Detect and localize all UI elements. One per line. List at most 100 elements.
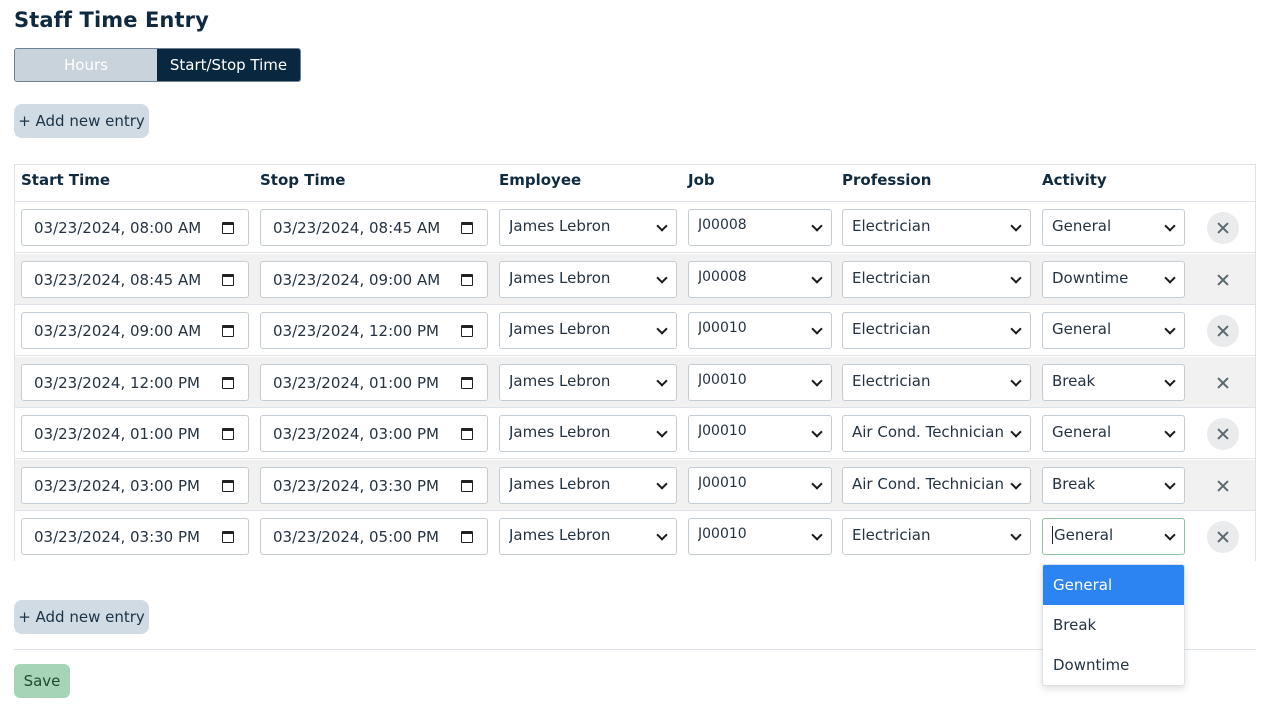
calendar-icon[interactable] bbox=[461, 274, 473, 286]
chevron-down-icon bbox=[656, 478, 668, 490]
chevron-down-icon bbox=[1010, 529, 1022, 541]
employee-select[interactable]: James Lebron bbox=[499, 518, 677, 555]
delete-row-button[interactable] bbox=[1207, 470, 1239, 502]
stop-time-input[interactable]: 03/23/2024, 08:45 AM bbox=[260, 209, 488, 246]
start-time-input[interactable]: 03/23/2024, 09:00 AM bbox=[21, 312, 249, 349]
stop-time-input[interactable]: 03/23/2024, 03:30 PM bbox=[260, 467, 488, 504]
activity-select[interactable]: Break bbox=[1042, 364, 1185, 401]
calendar-icon[interactable] bbox=[461, 377, 473, 389]
dropdown-option-break[interactable]: Break bbox=[1043, 605, 1184, 645]
job-select[interactable]: J00010 bbox=[688, 364, 832, 401]
profession-select[interactable]: Electrician bbox=[842, 518, 1031, 555]
calendar-icon[interactable] bbox=[222, 274, 234, 286]
employee-select[interactable]: James Lebron bbox=[499, 415, 677, 452]
add-entry-button-bottom[interactable]: + Add new entry bbox=[14, 600, 149, 634]
delete-row-button[interactable] bbox=[1207, 264, 1239, 296]
calendar-icon[interactable] bbox=[222, 428, 234, 440]
delete-row-button[interactable] bbox=[1207, 212, 1239, 244]
chevron-down-icon bbox=[1010, 323, 1022, 335]
calendar-icon[interactable] bbox=[222, 325, 234, 337]
chevron-down-icon bbox=[1010, 375, 1022, 387]
profession-value: Electrician bbox=[852, 269, 931, 287]
job-select[interactable]: J00008 bbox=[688, 209, 832, 246]
start-time-input[interactable]: 03/23/2024, 03:00 PM bbox=[21, 467, 249, 504]
stop-time-input[interactable]: 03/23/2024, 01:00 PM bbox=[260, 364, 488, 401]
start-time-input[interactable]: 03/23/2024, 08:00 AM bbox=[21, 209, 249, 246]
save-button[interactable]: Save bbox=[14, 664, 70, 698]
calendar-icon[interactable] bbox=[222, 222, 234, 234]
activity-select[interactable]: General bbox=[1042, 518, 1185, 555]
calendar-icon[interactable] bbox=[461, 428, 473, 440]
dropdown-option-general[interactable]: General bbox=[1043, 565, 1184, 605]
profession-select[interactable]: Electrician bbox=[842, 209, 1031, 246]
chevron-down-icon bbox=[811, 529, 823, 541]
delete-row-button[interactable] bbox=[1207, 367, 1239, 399]
stop-time-input[interactable]: 03/23/2024, 12:00 PM bbox=[260, 312, 488, 349]
stop-time-input[interactable]: 03/23/2024, 03:00 PM bbox=[260, 415, 488, 452]
stop-time-value: 03/23/2024, 12:00 PM bbox=[273, 321, 439, 340]
chevron-down-icon bbox=[656, 323, 668, 335]
employee-select[interactable]: James Lebron bbox=[499, 312, 677, 349]
table-row: 03/23/2024, 08:00 AM 03/23/2024, 08:45 AM… bbox=[15, 202, 1255, 253]
profession-select[interactable]: Air Cond. Technician bbox=[842, 415, 1031, 452]
profession-value: Electrician bbox=[852, 526, 931, 544]
chevron-down-icon bbox=[1164, 478, 1176, 490]
employee-value: James Lebron bbox=[509, 217, 611, 235]
activity-select[interactable]: General bbox=[1042, 312, 1185, 349]
job-select[interactable]: J00010 bbox=[688, 312, 832, 349]
activity-select[interactable]: General bbox=[1042, 209, 1185, 246]
table-header: Start Time Stop Time Employee Job Profes… bbox=[15, 165, 1255, 202]
activity-select[interactable]: General bbox=[1042, 415, 1185, 452]
start-stop-mode-button[interactable]: Start/Stop Time bbox=[157, 49, 300, 81]
delete-row-button[interactable] bbox=[1207, 521, 1239, 553]
table-row: 03/23/2024, 03:00 PM 03/23/2024, 03:30 PM… bbox=[15, 460, 1255, 511]
activity-select[interactable]: Downtime bbox=[1042, 261, 1185, 298]
table-row: 03/23/2024, 08:45 AM 03/23/2024, 09:00 AM… bbox=[15, 254, 1255, 305]
activity-select[interactable]: Break bbox=[1042, 467, 1185, 504]
stop-time-value: 03/23/2024, 03:30 PM bbox=[273, 476, 439, 495]
chevron-down-icon bbox=[1010, 478, 1022, 490]
start-time-input[interactable]: 03/23/2024, 12:00 PM bbox=[21, 364, 249, 401]
calendar-icon[interactable] bbox=[222, 480, 234, 492]
profession-select[interactable]: Air Cond. Technician bbox=[842, 467, 1031, 504]
job-select[interactable]: J00010 bbox=[688, 518, 832, 555]
calendar-icon[interactable] bbox=[461, 480, 473, 492]
chevron-down-icon bbox=[811, 426, 823, 438]
add-entry-button-top[interactable]: + Add new entry bbox=[14, 104, 149, 138]
employee-select[interactable]: James Lebron bbox=[499, 209, 677, 246]
start-time-input[interactable]: 03/23/2024, 03:30 PM bbox=[21, 518, 249, 555]
calendar-icon[interactable] bbox=[222, 377, 234, 389]
employee-select[interactable]: James Lebron bbox=[499, 364, 677, 401]
dropdown-option-downtime[interactable]: Downtime bbox=[1043, 645, 1184, 685]
close-icon bbox=[1217, 274, 1229, 286]
calendar-icon[interactable] bbox=[222, 531, 234, 543]
profession-select[interactable]: Electrician bbox=[842, 364, 1031, 401]
chevron-down-icon bbox=[811, 272, 823, 284]
calendar-icon[interactable] bbox=[461, 531, 473, 543]
delete-row-button[interactable] bbox=[1207, 418, 1239, 450]
activity-value: General bbox=[1052, 320, 1112, 338]
profession-value: Electrician bbox=[852, 217, 931, 235]
stop-time-input[interactable]: 03/23/2024, 05:00 PM bbox=[260, 518, 488, 555]
activity-value: General bbox=[1052, 423, 1112, 441]
profession-select[interactable]: Electrician bbox=[842, 261, 1031, 298]
job-select[interactable]: J00008 bbox=[688, 261, 832, 298]
profession-value: Air Cond. Technician bbox=[852, 423, 1004, 441]
chevron-down-icon bbox=[1164, 375, 1176, 387]
hours-mode-button[interactable]: Hours bbox=[15, 49, 157, 81]
calendar-icon[interactable] bbox=[461, 325, 473, 337]
employee-select[interactable]: James Lebron bbox=[499, 261, 677, 298]
mode-toggle: Hours Start/Stop Time bbox=[14, 48, 301, 82]
calendar-icon[interactable] bbox=[461, 222, 473, 234]
employee-value: James Lebron bbox=[509, 269, 611, 287]
employee-select[interactable]: James Lebron bbox=[499, 467, 677, 504]
stop-time-input[interactable]: 03/23/2024, 09:00 AM bbox=[260, 261, 488, 298]
chevron-down-icon bbox=[1164, 529, 1176, 541]
job-select[interactable]: J00010 bbox=[688, 467, 832, 504]
delete-row-button[interactable] bbox=[1207, 315, 1239, 347]
job-select[interactable]: J00010 bbox=[688, 415, 832, 452]
start-time-input[interactable]: 03/23/2024, 01:00 PM bbox=[21, 415, 249, 452]
profession-select[interactable]: Electrician bbox=[842, 312, 1031, 349]
table-row: 03/23/2024, 01:00 PM 03/23/2024, 03:00 PM… bbox=[15, 408, 1255, 459]
start-time-input[interactable]: 03/23/2024, 08:45 AM bbox=[21, 261, 249, 298]
